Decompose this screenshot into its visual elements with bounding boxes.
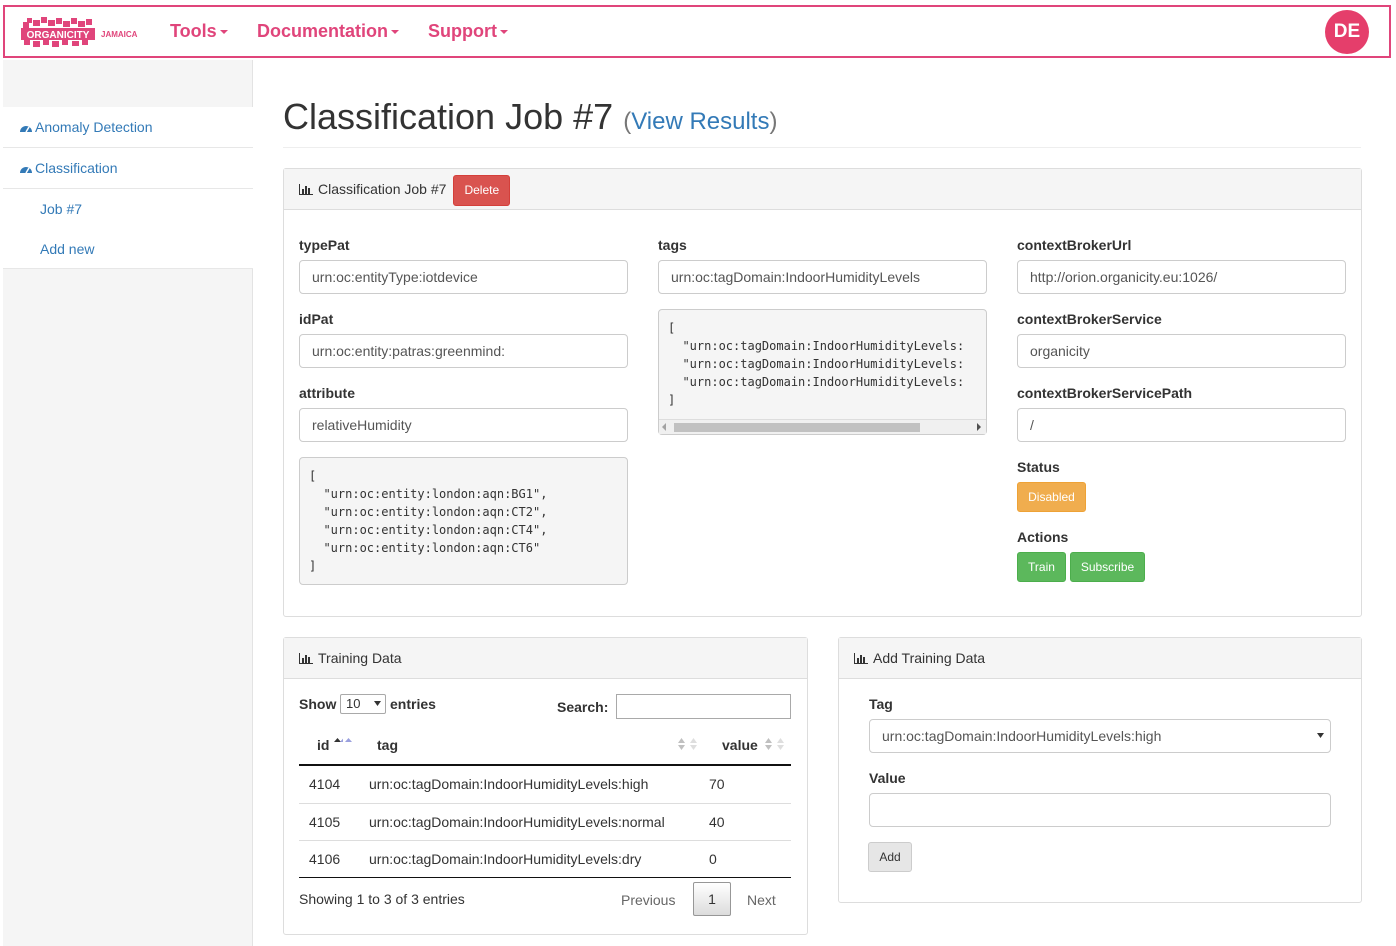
context-broker-url-label: contextBrokerUrl [1017, 237, 1132, 253]
user-avatar[interactable]: DE [1325, 10, 1369, 54]
bar-chart-icon [299, 653, 313, 664]
caret-down-icon [219, 30, 228, 35]
context-broker-service-path-label: contextBrokerServicePath [1017, 385, 1193, 401]
top-navbar: ORGANICITY JAMAICA Tools Documentation S… [3, 5, 1391, 58]
table-row[interactable]: 4106 urn:oc:tagDomain:IndoorHumidityLeve… [299, 839, 791, 877]
svg-text:JAMAICA: JAMAICA [101, 30, 138, 39]
attribute-label: attribute [299, 385, 355, 401]
chevron-down-icon [374, 701, 381, 706]
sidebar-nav: Anomaly Detection Classification Job #7 … [3, 107, 253, 269]
training-data-heading: Training Data [284, 638, 807, 679]
dashboard-icon [20, 167, 32, 174]
cell-tag: urn:oc:tagDomain:IndoorHumidityLevels:no… [359, 802, 704, 840]
job-panel-heading: Classification Job #7 Delete [284, 169, 1361, 210]
context-broker-service-label: contextBrokerService [1017, 311, 1162, 327]
context-broker-url-input[interactable]: http://orion.organicity.eu:1026/ [1017, 260, 1346, 294]
delete-button[interactable]: Delete [453, 174, 511, 206]
pagination-page-1[interactable]: 1 [693, 882, 731, 916]
add-training-data-heading: Add Training Data [839, 638, 1361, 679]
sort-both-icon[interactable] [764, 737, 774, 751]
typepat-input[interactable]: urn:oc:entityType:iotdevice [299, 260, 628, 294]
organicity-logo[interactable]: ORGANICITY JAMAICA [21, 17, 141, 47]
cell-id: 4106 [299, 839, 359, 877]
cell-tag: urn:oc:tagDomain:IndoorHumidityLevels:hi… [369, 776, 649, 793]
tags-input[interactable]: urn:oc:tagDomain:IndoorHumidityLevels [658, 260, 987, 294]
caret-down-icon [500, 30, 508, 35]
page-title: Classification Job #7 (View Results) [283, 96, 778, 137]
entities-json-block: [ "urn:oc:entity:london:aqn:BG1", "urn:o… [299, 457, 628, 585]
documentation-menu[interactable]: Documentation [257, 21, 400, 42]
sort-ascending-icon[interactable] [333, 736, 343, 750]
scroll-left-icon[interactable] [661, 423, 667, 431]
subscribe-button[interactable]: Subscribe [1070, 552, 1145, 582]
cell-id: 4105 [299, 802, 359, 840]
pagination-next[interactable]: Next [747, 892, 776, 908]
table-search-input[interactable] [616, 694, 791, 719]
bar-chart-icon [854, 653, 868, 664]
tags-label: tags [658, 237, 687, 253]
train-button[interactable]: Train [1017, 552, 1066, 582]
dashboard-icon [20, 126, 32, 133]
training-data-table: 4104 urn:oc:tagDomain:IndoorHumidityLeve… [299, 766, 791, 877]
svg-text:ORGANICITY: ORGANICITY [27, 30, 90, 41]
add-training-data-panel: Add Training Data [838, 637, 1362, 903]
table-row[interactable]: 4105 urn:oc:tagDomain:IndoorHumidityLeve… [299, 802, 791, 840]
tags-json-block: [ "urn:oc:tagDomain:IndoorHumidityLevels… [658, 309, 987, 435]
sidebar-item-classification[interactable]: Classification [3, 148, 253, 189]
tags-horizontal-scrollbar[interactable] [659, 419, 986, 434]
table-row[interactable]: 4104 urn:oc:tagDomain:IndoorHumidityLeve… [299, 766, 791, 803]
tag-label: Tag [869, 696, 893, 712]
cell-id: 4104 [309, 776, 341, 793]
idpat-label: idPat [299, 311, 334, 327]
entries-length-select[interactable]: 10 [340, 694, 386, 714]
scroll-right-icon[interactable] [976, 423, 982, 431]
sort-both-icon[interactable] [677, 737, 687, 751]
view-results-link[interactable]: View Results [631, 108, 769, 135]
entries-label: entries [390, 696, 436, 712]
value-label: Value [869, 770, 906, 786]
context-broker-service-input[interactable]: organicity [1017, 334, 1346, 368]
sort-both-icon [777, 738, 784, 750]
cell-value: 70 [709, 776, 725, 793]
support-menu[interactable]: Support [428, 21, 508, 42]
search-label: Search: [557, 699, 609, 715]
context-broker-service-path-input[interactable]: / [1017, 408, 1346, 442]
column-header-tag[interactable]: tag [377, 737, 398, 753]
cell-value: 40 [704, 802, 791, 840]
attribute-input[interactable]: relativeHumidity [299, 408, 628, 442]
sidebar-subitem-add-new[interactable]: Add new [3, 229, 253, 269]
sidebar: Anomaly Detection Classification Job #7 … [3, 60, 253, 946]
add-button[interactable]: Add [868, 842, 912, 872]
actions-label: Actions [1017, 529, 1069, 545]
sort-both-icon [690, 738, 697, 750]
view-results-wrapper: (View Results) [623, 108, 778, 135]
show-label: Show [299, 696, 337, 712]
idpat-input[interactable]: urn:oc:entity:patras:greenmind: [299, 334, 628, 368]
status-disabled-button[interactable]: Disabled [1017, 482, 1086, 512]
table-info: Showing 1 to 3 of 3 entries [299, 891, 465, 907]
scrollbar-thumb[interactable] [674, 423, 920, 432]
sidebar-subitem-job-7[interactable]: Job #7 [3, 189, 253, 229]
tag-select[interactable]: urn:oc:tagDomain:IndoorHumidityLevels:hi… [869, 719, 1331, 753]
status-label: Status [1017, 459, 1060, 475]
sort-ascending-active-icon [345, 738, 352, 742]
tags-json-text: [ "urn:oc:tagDomain:IndoorHumidityLevels… [668, 321, 965, 407]
title-divider [283, 147, 1361, 148]
column-header-value[interactable]: value [722, 737, 758, 753]
tools-menu[interactable]: Tools [170, 21, 228, 42]
value-input[interactable] [869, 793, 1331, 827]
column-header-id[interactable]: id [317, 737, 329, 753]
chevron-down-icon [1317, 733, 1324, 738]
bar-chart-icon [299, 184, 313, 195]
pagination-previous[interactable]: Previous [621, 892, 675, 908]
sidebar-item-anomaly-detection[interactable]: Anomaly Detection [3, 107, 253, 148]
table-footer-border [299, 877, 791, 878]
cell-value: 0 [704, 839, 791, 877]
typepat-label: typePat [299, 237, 350, 253]
caret-down-icon [391, 30, 400, 35]
cell-tag: urn:oc:tagDomain:IndoorHumidityLevels:dr… [359, 839, 704, 877]
